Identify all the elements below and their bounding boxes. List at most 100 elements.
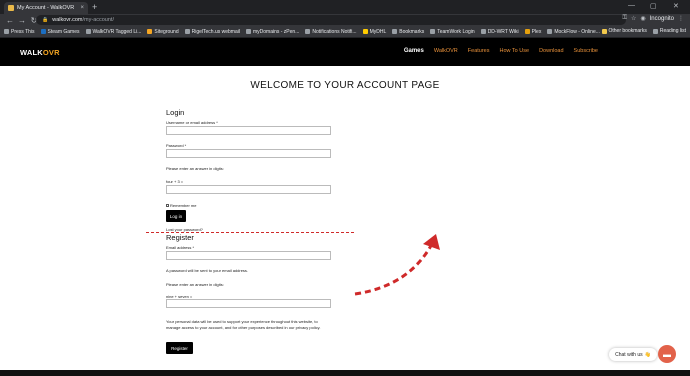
browser-tab-active[interactable]: My Account - WalkOVR × bbox=[4, 2, 88, 14]
bookmark-item[interactable]: RigelTech.us webmail bbox=[184, 28, 240, 35]
bookmark-label: myDomains - zPen... bbox=[252, 28, 300, 35]
login-title: Login bbox=[166, 108, 185, 117]
register-captcha-input[interactable] bbox=[166, 299, 331, 308]
bookmark-icon bbox=[392, 29, 398, 34]
privacy-text-line-1: Your personal data will be used to suppo… bbox=[166, 319, 318, 324]
bookmark-label: MyDHL bbox=[369, 28, 387, 35]
forward-button[interactable]: → bbox=[16, 16, 28, 25]
bookmark-icon bbox=[305, 29, 311, 34]
bookmark-label: Plex bbox=[531, 28, 542, 35]
username-label: Username or email address * bbox=[166, 120, 218, 125]
footer-bar bbox=[0, 370, 690, 376]
new-tab-button[interactable]: + bbox=[92, 2, 97, 12]
bookmark-item[interactable]: Plex bbox=[524, 28, 542, 35]
login-captcha-input[interactable] bbox=[166, 185, 331, 194]
bookmark-item[interactable]: MyDHL bbox=[362, 28, 387, 35]
register-email-input[interactable] bbox=[166, 251, 331, 260]
folder-icon bbox=[601, 28, 607, 34]
url-path: /my-account/ bbox=[82, 17, 114, 23]
nav-features[interactable]: Features bbox=[468, 48, 490, 54]
back-button[interactable]: ← bbox=[4, 16, 16, 25]
star-icon[interactable]: ☆ bbox=[631, 15, 636, 22]
toolbar-right-icons: ⚿ ☆ ◉ Incognito ⋮ bbox=[622, 15, 684, 22]
bookmark-label: TeamWork Login bbox=[437, 28, 475, 35]
chat-label: Chat with us bbox=[615, 351, 643, 358]
annotation-arrow-icon bbox=[354, 234, 440, 296]
tab-close-icon[interactable]: × bbox=[80, 5, 84, 11]
key-icon[interactable]: ⚿ bbox=[622, 15, 627, 22]
siteground-icon bbox=[147, 29, 153, 34]
chat-bubble-icon[interactable]: ▬ bbox=[658, 345, 676, 363]
dhl-icon bbox=[362, 29, 368, 34]
password-input[interactable] bbox=[166, 149, 331, 158]
incognito-icon[interactable]: ◉ bbox=[640, 15, 645, 22]
bookmark-label: Notifications Notifi... bbox=[312, 28, 357, 35]
browser-tabstrip: My Account - WalkOVR × + — ▢ ✕ bbox=[0, 0, 690, 14]
bookmark-icon bbox=[547, 29, 553, 34]
bookmark-item[interactable]: Notifications Notifi... bbox=[305, 28, 357, 35]
nav-games[interactable]: Games bbox=[404, 48, 424, 54]
tab-title: My Account - WalkOVR bbox=[17, 5, 75, 11]
nav-subscribe[interactable]: Subscribe bbox=[574, 48, 598, 54]
bookmark-item[interactable]: Siteground bbox=[147, 28, 179, 35]
steam-icon bbox=[40, 29, 46, 34]
maximize-button[interactable]: ▢ bbox=[650, 2, 657, 10]
logo-accent: OVR bbox=[42, 48, 60, 57]
bookmark-icon bbox=[184, 29, 190, 34]
close-window-button[interactable]: ✕ bbox=[673, 2, 679, 10]
address-bar[interactable]: 🔒 walkovr.com /my-account/ bbox=[36, 15, 626, 25]
privacy-text-line-2: manage access to your account, and for o… bbox=[166, 325, 321, 330]
bookmark-icon bbox=[4, 29, 9, 34]
nav-download[interactable]: Download bbox=[539, 48, 563, 54]
remember-me-checkbox[interactable] bbox=[166, 204, 169, 207]
register-title: Register bbox=[166, 233, 194, 242]
bookmark-item[interactable]: Steam Games bbox=[40, 28, 80, 35]
bookmark-label: Steam Games bbox=[47, 28, 80, 35]
minimize-button[interactable]: — bbox=[628, 2, 635, 9]
bookmark-item[interactable]: DD-WRT Wiki bbox=[480, 29, 519, 35]
chat-with-us-button[interactable]: Chat with us 👋 bbox=[609, 348, 657, 361]
site-header: WALKOVR Games WalkOVR Features How To Us… bbox=[0, 38, 690, 66]
logo-main: WALK bbox=[20, 48, 43, 57]
remember-me-label: Remember me bbox=[170, 203, 197, 208]
menu-icon[interactable]: ⋮ bbox=[678, 15, 684, 22]
bookmark-icon bbox=[480, 29, 486, 34]
nav-how-to-use[interactable]: How To Use bbox=[500, 48, 530, 54]
other-bookmarks-label: Other bookmarks bbox=[608, 28, 647, 34]
lock-icon: 🔒 bbox=[42, 17, 49, 23]
login-captcha-prompt: Please enter an answer in digits: bbox=[166, 166, 224, 171]
bookmark-item[interactable]: myDomains - zPen... bbox=[245, 28, 300, 35]
register-email-label: Email address * bbox=[166, 245, 195, 250]
reading-list-label: Reading list bbox=[659, 28, 686, 34]
bookmark-item[interactable]: Press This bbox=[4, 29, 35, 35]
bookmark-label: RigelTech.us webmail bbox=[191, 28, 240, 35]
register-button[interactable]: Register bbox=[166, 342, 193, 354]
page-title: WELCOME TO YOUR ACCOUNT PAGE bbox=[250, 80, 440, 91]
bookmark-item[interactable]: Bookmarks bbox=[392, 29, 424, 35]
site-nav: Games WalkOVR Features How To Use Downlo… bbox=[404, 48, 598, 54]
other-bookmarks[interactable]: Other bookmarks bbox=[601, 28, 647, 34]
login-captcha-question: four + 3 = bbox=[166, 179, 184, 184]
bookmark-item[interactable]: TeamWork Login bbox=[430, 28, 475, 35]
reading-list[interactable]: Reading list bbox=[652, 28, 686, 34]
bookmarks-right: Other bookmarks Reading list bbox=[601, 28, 686, 34]
walkovr-favicon-icon bbox=[8, 5, 14, 11]
wave-icon: 👋 bbox=[644, 351, 651, 358]
bookmark-icon bbox=[85, 29, 91, 34]
plex-icon bbox=[524, 29, 530, 34]
reading-list-icon bbox=[652, 28, 658, 34]
bookmark-label: Siteground bbox=[154, 28, 179, 35]
bookmark-label: MockFlow - Online... bbox=[554, 28, 600, 35]
login-button[interactable]: Log in bbox=[166, 210, 186, 222]
browser-toolbar: ← → ↻ 🔒 walkovr.com /my-account/ ⚿ ☆ ◉ I… bbox=[0, 14, 690, 26]
bookmark-item[interactable]: MockFlow - Online... bbox=[547, 29, 600, 35]
site-logo[interactable]: WALKOVR bbox=[20, 48, 60, 57]
nav-walkovr[interactable]: WalkOVR bbox=[434, 48, 458, 54]
register-captcha-prompt: Please enter an answer in digits: bbox=[166, 282, 224, 287]
bookmark-label: WalkOVR Tagged Li... bbox=[92, 28, 142, 35]
username-input[interactable] bbox=[166, 126, 331, 135]
bookmark-item[interactable]: WalkOVR Tagged Li... bbox=[85, 28, 142, 35]
bookmark-icon bbox=[245, 29, 251, 34]
register-password-note: A password will be sent to your email ad… bbox=[166, 268, 249, 273]
incognito-label: Incognito bbox=[649, 15, 674, 22]
